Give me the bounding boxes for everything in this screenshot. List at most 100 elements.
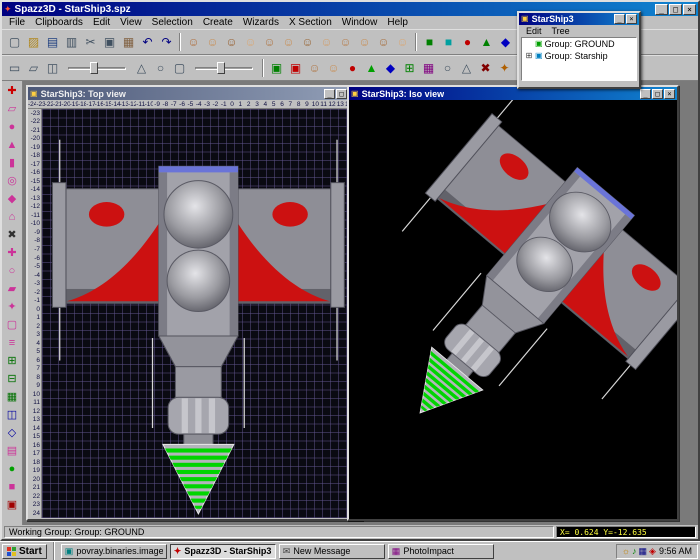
- wizard-avatar-button[interactable]: ☺: [203, 32, 222, 52]
- top-view-titlebar[interactable]: ▣ StarShip3: Top view _ □ ×: [28, 87, 361, 100]
- toolbar-button[interactable]: ☺: [324, 58, 343, 78]
- side-toolbar-button[interactable]: ✦: [3, 298, 22, 316]
- wizard-avatar-button[interactable]: ☺: [336, 32, 355, 52]
- wizard-avatar-button[interactable]: ☺: [222, 32, 241, 52]
- slider-thumb[interactable]: [217, 62, 225, 74]
- toolbar-slider-1[interactable]: [66, 59, 128, 77]
- wizard-avatar-button[interactable]: ☺: [355, 32, 374, 52]
- toolbar-button[interactable]: ◆: [496, 32, 515, 52]
- side-toolbar-button[interactable]: ▣: [3, 496, 22, 514]
- toolbar-button[interactable]: ⊞: [400, 58, 419, 78]
- toolbar-button[interactable]: ○: [438, 58, 457, 78]
- slider-thumb[interactable]: [90, 62, 98, 74]
- toolbar-button[interactable]: ▣: [267, 58, 286, 78]
- side-toolbar-button[interactable]: ●: [3, 460, 22, 478]
- menu-item[interactable]: Window: [337, 17, 383, 28]
- toolbar-button[interactable]: ▦: [419, 58, 438, 78]
- wizard-avatar-button[interactable]: ☺: [298, 32, 317, 52]
- side-toolbar-button[interactable]: ⊞: [3, 352, 22, 370]
- wizard-avatar-button[interactable]: ☺: [374, 32, 393, 52]
- app-maximize-button[interactable]: □: [669, 4, 682, 15]
- tree-window-titlebar[interactable]: ▣ StarShip3 _ ×: [519, 13, 639, 25]
- side-toolbar-button[interactable]: ▲: [3, 136, 22, 154]
- side-toolbar-button[interactable]: ▮: [3, 154, 22, 172]
- toolbar-button[interactable]: ▲: [477, 32, 496, 52]
- toolbar-button[interactable]: ▤: [43, 32, 62, 52]
- wizard-avatar-button[interactable]: ☺: [317, 32, 336, 52]
- top-view-canvas[interactable]: [42, 109, 361, 518]
- taskbar-task-button[interactable]: ▣ povray.binaries.image...: [61, 544, 167, 559]
- toolbar-button[interactable]: ✖: [476, 58, 495, 78]
- top-view-minimize-button[interactable]: _: [324, 89, 335, 99]
- menu-item[interactable]: Create: [198, 17, 238, 28]
- side-toolbar-button[interactable]: ⊟: [3, 370, 22, 388]
- menu-item[interactable]: Wizards: [238, 17, 284, 28]
- toolbar-button[interactable]: △: [132, 58, 151, 78]
- tree-menu-item[interactable]: Edit: [522, 26, 546, 36]
- side-toolbar-button[interactable]: ■: [3, 478, 22, 496]
- toolbar-button[interactable]: ↷: [157, 32, 176, 52]
- menu-item[interactable]: Selection: [147, 17, 198, 28]
- side-toolbar-button[interactable]: ≡: [3, 334, 22, 352]
- toolbar-button[interactable]: ▲: [362, 58, 381, 78]
- tray-icon[interactable]: ♪: [632, 547, 637, 556]
- tray-icon[interactable]: ▦: [639, 547, 648, 556]
- wizard-avatar-button[interactable]: ☺: [184, 32, 203, 52]
- toolbar-button[interactable]: ↶: [138, 32, 157, 52]
- toolbar-button[interactable]: ◫: [43, 58, 62, 78]
- toolbar-button[interactable]: ●: [458, 32, 477, 52]
- menu-item[interactable]: Help: [382, 17, 413, 28]
- toolbar-button[interactable]: ✦: [495, 58, 514, 78]
- side-toolbar-button[interactable]: ○: [3, 262, 22, 280]
- app-minimize-button[interactable]: _: [655, 4, 668, 15]
- iso-view-minimize-button[interactable]: _: [640, 89, 651, 99]
- toolbar-button[interactable]: ▢: [5, 32, 24, 52]
- side-toolbar-button[interactable]: ⌂: [3, 208, 22, 226]
- menu-item[interactable]: File: [4, 17, 30, 28]
- tree-window-close-button[interactable]: ×: [626, 14, 637, 24]
- iso-view-canvas[interactable]: [349, 100, 677, 519]
- toolbar-button[interactable]: ■: [439, 32, 458, 52]
- toolbar-button[interactable]: ▣: [100, 32, 119, 52]
- toolbar-button[interactable]: ☺: [305, 58, 324, 78]
- top-view-maximize-button[interactable]: □: [336, 89, 347, 99]
- iso-view-close-button[interactable]: ×: [664, 89, 675, 99]
- taskbar-task-button[interactable]: ▦ PhotoImpact: [388, 544, 494, 559]
- side-toolbar-button[interactable]: ●: [3, 118, 22, 136]
- wizard-avatar-button[interactable]: ☺: [393, 32, 412, 52]
- menu-item[interactable]: View: [115, 17, 147, 28]
- taskbar-task-button[interactable]: ✦ Spazz3D - StarShip3.s...: [170, 544, 276, 559]
- tree-expander-icon[interactable]: ⊞: [525, 52, 533, 60]
- toolbar-button[interactable]: ○: [151, 58, 170, 78]
- wizard-avatar-button[interactable]: ☺: [241, 32, 260, 52]
- wizard-avatar-button[interactable]: ☺: [279, 32, 298, 52]
- side-toolbar-button[interactable]: ◇: [3, 424, 22, 442]
- menu-item[interactable]: X Section: [284, 17, 337, 28]
- toolbar-button[interactable]: ▱: [24, 58, 43, 78]
- toolbar-button[interactable]: ▢: [170, 58, 189, 78]
- side-toolbar-button[interactable]: ◫: [3, 406, 22, 424]
- toolbar-button[interactable]: △: [457, 58, 476, 78]
- start-button[interactable]: Start: [2, 544, 47, 559]
- iso-view-maximize-button[interactable]: □: [652, 89, 663, 99]
- toolbar-button[interactable]: ▥: [62, 32, 81, 52]
- side-toolbar-button[interactable]: ▢: [3, 316, 22, 334]
- toolbar-button[interactable]: ■: [420, 32, 439, 52]
- tree-item[interactable]: ⊞ ▣ Group: Starship: [522, 50, 636, 62]
- side-toolbar-button[interactable]: ✚: [3, 82, 22, 100]
- toolbar-button[interactable]: ●: [343, 58, 362, 78]
- side-toolbar-button[interactable]: ✚: [3, 244, 22, 262]
- toolbar-slider-2[interactable]: [193, 59, 255, 77]
- toolbar-button[interactable]: ◆: [381, 58, 400, 78]
- side-toolbar-button[interactable]: ◆: [3, 190, 22, 208]
- side-toolbar-button[interactable]: ◎: [3, 172, 22, 190]
- toolbar-button[interactable]: ▨: [24, 32, 43, 52]
- tree-menu-item[interactable]: Tree: [548, 26, 574, 36]
- toolbar-button[interactable]: ✂: [81, 32, 100, 52]
- taskbar-task-button[interactable]: ✉ New Message: [279, 544, 385, 559]
- tree-window-minimize-button[interactable]: _: [614, 14, 625, 24]
- app-close-button[interactable]: ×: [683, 4, 696, 15]
- side-toolbar-button[interactable]: ▦: [3, 388, 22, 406]
- toolbar-button[interactable]: ▭: [5, 58, 24, 78]
- toolbar-button[interactable]: ▦: [119, 32, 138, 52]
